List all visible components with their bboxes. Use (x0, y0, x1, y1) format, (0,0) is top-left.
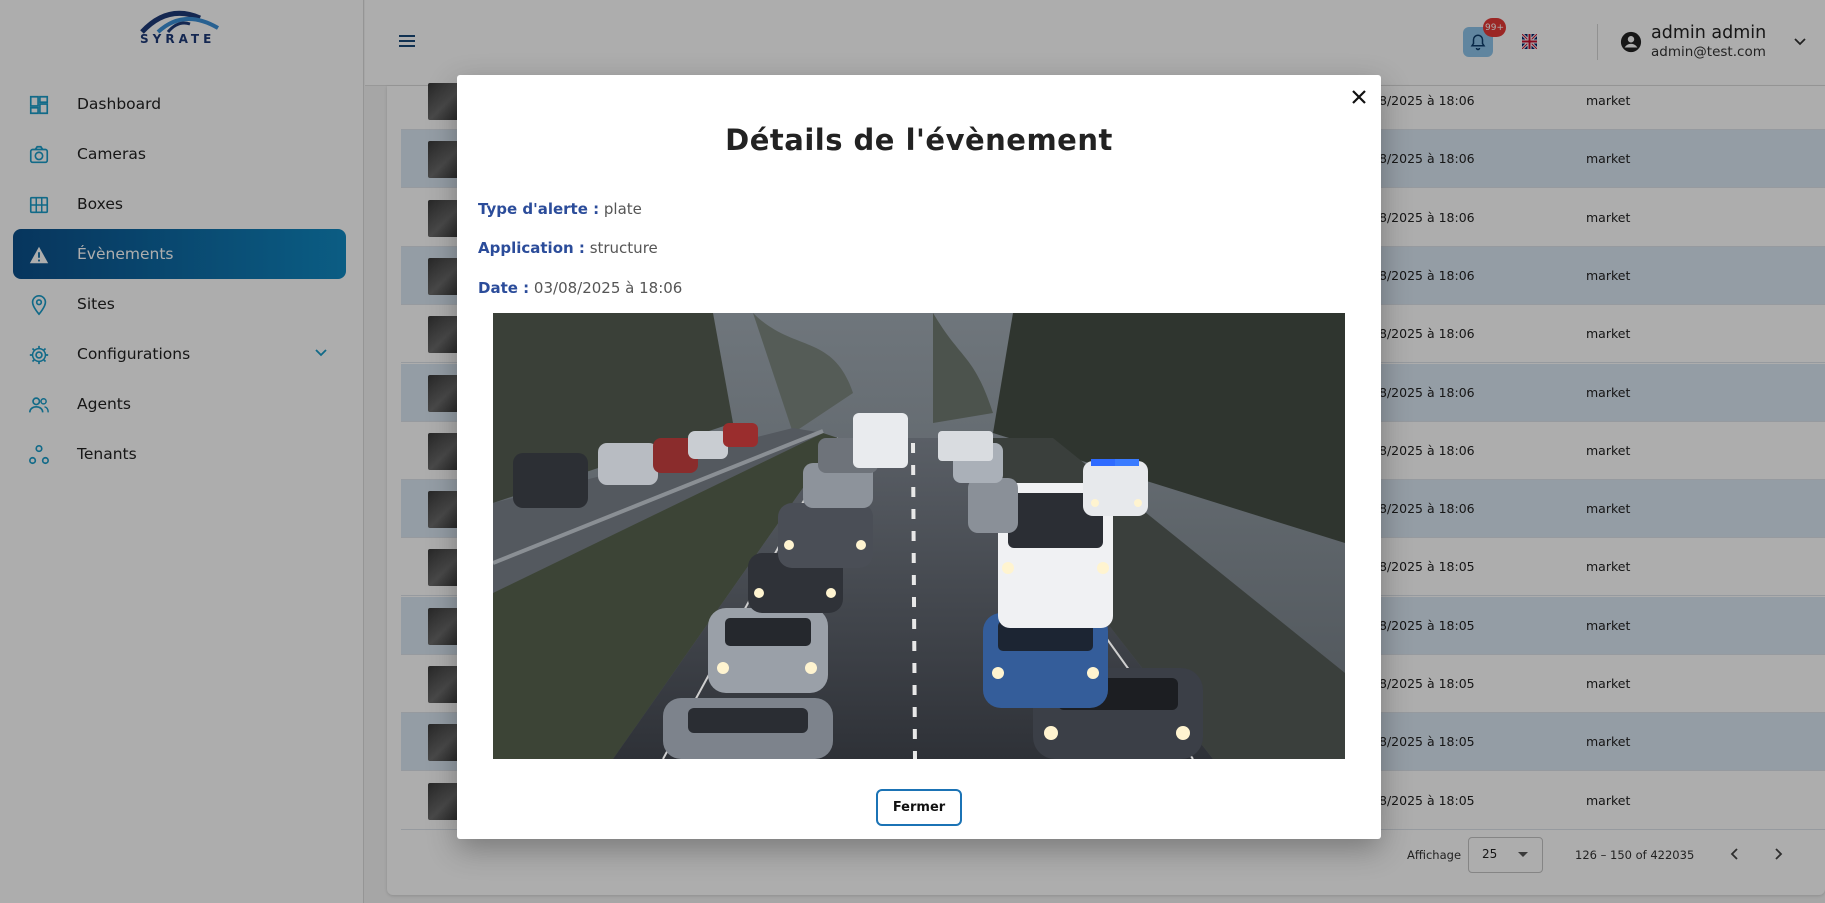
dialog-title: Détails de l'évènement (725, 123, 1113, 157)
application-field: Application : structure (478, 239, 658, 257)
close-dialog-button[interactable]: Fermer (876, 789, 962, 826)
date-label: Date : (478, 279, 530, 297)
alert-type-value: plate (603, 200, 642, 218)
close-icon[interactable] (1349, 87, 1369, 107)
alert-type-label: Type d'alerte : (478, 200, 600, 218)
application-label: Application : (478, 239, 585, 257)
date-value: 03/08/2025 à 18:06 (533, 279, 683, 297)
event-snapshot-image (493, 313, 1345, 759)
date-field: Date : 03/08/2025 à 18:06 (478, 279, 682, 297)
alert-type-field: Type d'alerte : plate (478, 200, 642, 218)
application-value: structure (589, 239, 658, 257)
event-details-dialog: Détails de l'évènement Type d'alerte : p… (457, 75, 1381, 839)
